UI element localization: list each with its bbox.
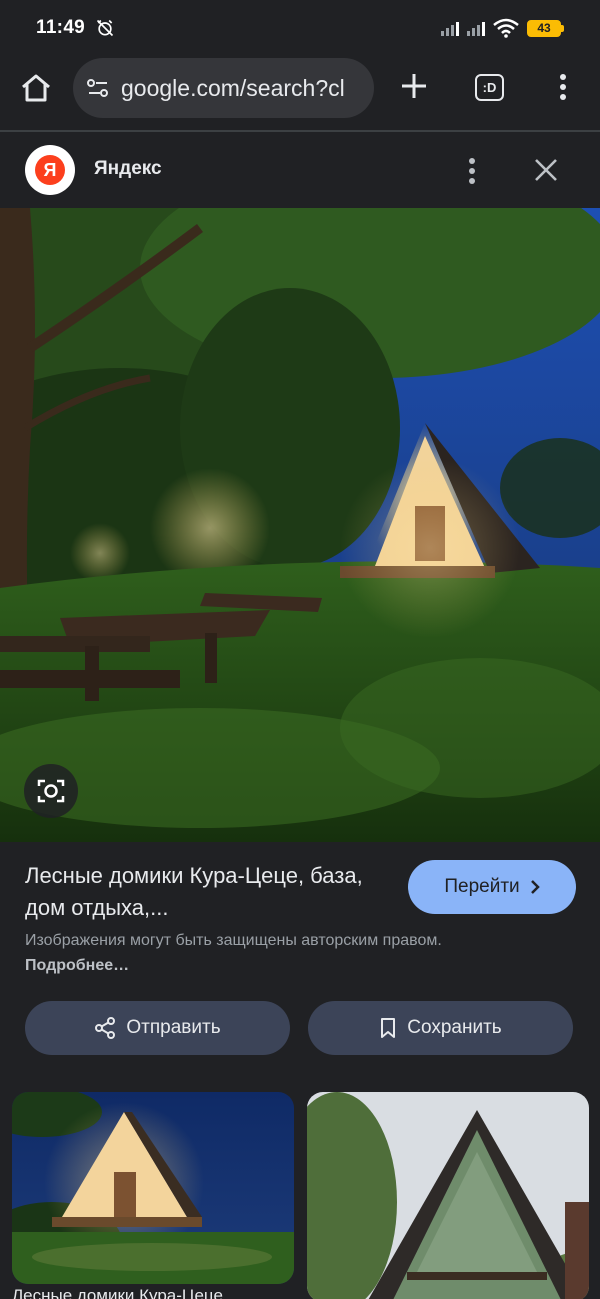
- visit-button[interactable]: Перейти: [408, 860, 576, 914]
- tab-count: :D: [482, 80, 497, 95]
- share-label: Отправить: [126, 1017, 221, 1038]
- wifi-icon: [493, 18, 519, 38]
- home-icon[interactable]: [18, 70, 54, 106]
- save-label: Сохранить: [407, 1017, 502, 1038]
- signal-1-icon: [441, 20, 459, 36]
- more-menu-icon[interactable]: [553, 72, 573, 102]
- yandex-logo-letter: Я: [35, 155, 65, 185]
- bookmark-icon: [381, 1018, 396, 1038]
- more-options-icon[interactable]: [462, 156, 482, 186]
- address-bar[interactable]: google.com/search?cl: [73, 58, 374, 118]
- related-image-2[interactable]: [307, 1092, 589, 1299]
- tab-switcher-button[interactable]: :D: [475, 74, 504, 101]
- save-button[interactable]: Сохранить: [308, 1001, 573, 1055]
- visit-label: Перейти: [444, 876, 520, 897]
- close-icon[interactable]: [533, 157, 559, 183]
- status-bar: 11:49 43: [0, 0, 600, 56]
- chevron-right-icon: [530, 880, 540, 894]
- new-tab-icon[interactable]: [398, 70, 430, 102]
- learn-more-link[interactable]: Подробнее…: [25, 957, 129, 974]
- signal-2-icon: [467, 20, 485, 36]
- browser-toolbar: google.com/search?cl :D: [0, 56, 600, 128]
- share-button[interactable]: Отправить: [25, 1001, 290, 1055]
- lens-icon: [37, 779, 65, 803]
- alarm-off-icon: [96, 19, 114, 37]
- related-image-1[interactable]: [12, 1092, 294, 1284]
- image-source-header: Я Яндекс: [0, 132, 600, 208]
- copyright-text: Изображения могут быть защищены авторски…: [25, 932, 442, 949]
- main-image[interactable]: [0, 208, 600, 842]
- battery-level: 43: [527, 19, 561, 37]
- site-settings-icon[interactable]: [85, 75, 111, 101]
- status-time: 11:49: [36, 17, 86, 38]
- result-title[interactable]: Лесные домики Кура-Цеце, база, дом отдых…: [25, 860, 385, 924]
- share-icon: [95, 1017, 116, 1039]
- source-name[interactable]: Яндекс: [94, 158, 162, 180]
- related-caption-1[interactable]: Лесные домики Кура-Цеце...: [12, 1286, 237, 1299]
- status-indicators: 43: [441, 18, 564, 38]
- google-lens-button[interactable]: [24, 764, 78, 818]
- address-url: google.com/search?cl: [121, 74, 345, 101]
- copyright-notice: Изображения могут быть защищены авторски…: [25, 928, 465, 978]
- battery-icon: 43: [527, 19, 564, 37]
- yandex-logo[interactable]: Я: [25, 145, 75, 195]
